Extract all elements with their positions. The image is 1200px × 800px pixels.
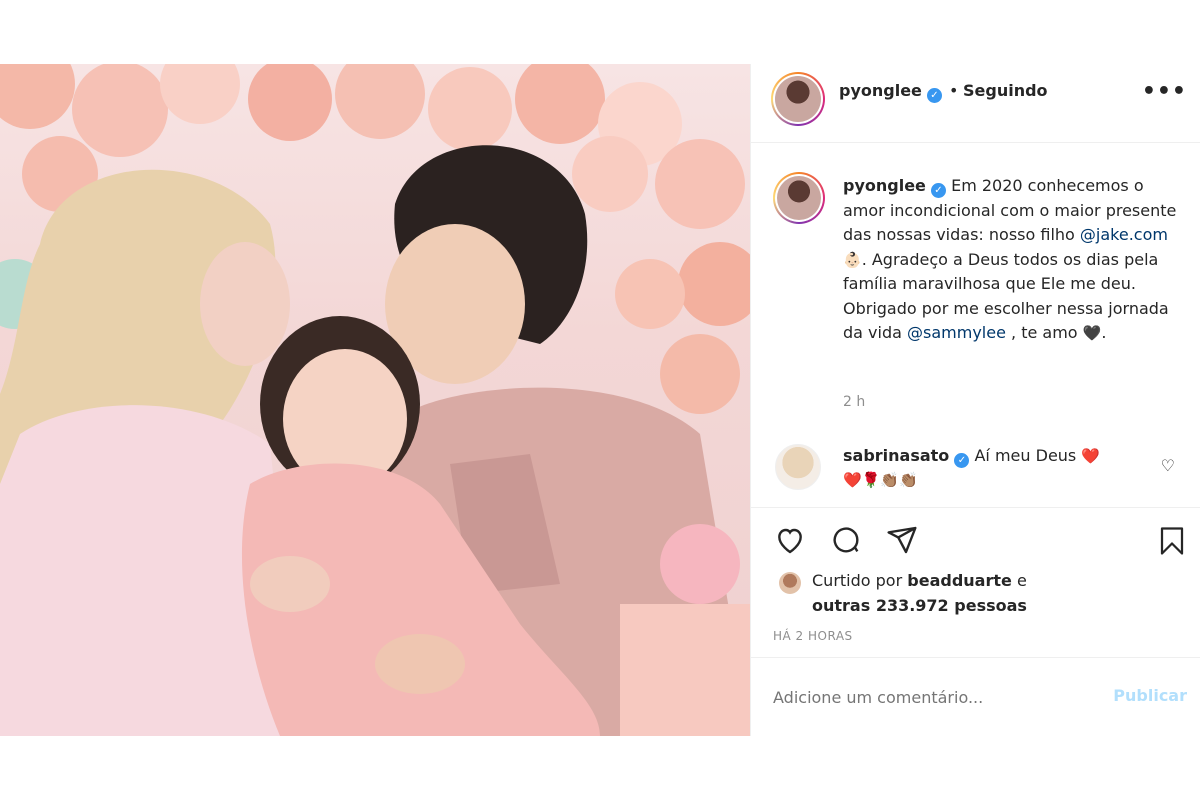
verified-icon: ✓ [931,183,946,198]
mention-jake[interactable]: @jake.com [1080,225,1168,244]
comment-item: sabrinasato ✓ Aí meu Deus ❤️ ❤️🌹👏🏽👏🏽 ♡ [773,442,1193,502]
caption-time-ago[interactable]: 2 h [843,394,865,410]
post-header: pyonglee ✓ • Seguindo ••• [751,64,1200,143]
likes-count-link[interactable]: outras 233.972 pessoas [812,596,1027,615]
post-actions: Curtido por beadduarte e outras 233.972 … [751,507,1200,657]
caption-body-4: . [1101,323,1107,342]
separator-dot: • [949,81,959,100]
comment-body: Aí meu Deus [974,446,1077,465]
follow-status-button[interactable]: Seguindo [963,81,1048,100]
commenter-username-link[interactable]: sabrinasato [843,446,949,465]
caption-username-link[interactable]: pyonglee [843,176,926,195]
family-photo-illustration [0,64,750,736]
post-date[interactable]: HÁ 2 HORAS [773,629,853,643]
post-side-panel: pyonglee ✓ • Seguindo ••• pyonglee ✓ Em … [750,64,1200,736]
red-heart-emoji: ❤️ [1081,447,1101,465]
commenter-avatar[interactable] [775,444,821,490]
heart-icon[interactable] [773,524,807,556]
author-username-link[interactable]: pyonglee ✓ [839,81,942,103]
comment-icon[interactable] [829,524,863,556]
post-photo[interactable] [0,64,750,736]
share-icon[interactable] [885,524,919,556]
author-avatar[interactable] [771,72,825,126]
liked-by-user-link[interactable]: beadduarte [907,571,1012,590]
caption-body-3: , te amo [1011,323,1078,342]
caption-body-2: . Agradeço a Deus todos os dias pela fam… [843,249,1169,343]
caption-text: pyonglee ✓ Em 2020 conhecemos o amor inc… [843,174,1188,346]
verified-icon: ✓ [927,88,942,103]
liked-by-avatar[interactable] [779,572,801,594]
black-heart-emoji: 🖤 [1082,324,1102,342]
more-icon[interactable]: ••• [1142,79,1187,104]
liked-by-conj: e [1016,571,1027,590]
liked-by-prefix: Curtido por [812,571,903,590]
mention-sammylee[interactable]: @sammylee [907,323,1006,342]
add-comment-bar: Publicar [751,657,1200,736]
comment-input[interactable] [773,688,1073,707]
verified-icon: ✓ [954,453,970,468]
caption-author-avatar[interactable] [773,172,825,224]
like-comment-heart-icon[interactable]: ♡ [1161,456,1175,475]
bookmark-icon[interactable] [1157,524,1187,558]
instagram-post: pyonglee ✓ • Seguindo ••• pyonglee ✓ Em … [0,64,1200,736]
liked-by-text: Curtido por beadduarte e outras 233.972 … [812,568,1027,618]
publish-button[interactable]: Publicar [1113,686,1187,705]
comment-text: sabrinasato ✓ Aí meu Deus ❤️ ❤️🌹👏🏽👏🏽 [843,444,1123,492]
comment-emoji-line: ❤️🌹👏🏽👏🏽 [843,471,918,489]
baby-emoji: 👶🏻 [843,250,862,269]
